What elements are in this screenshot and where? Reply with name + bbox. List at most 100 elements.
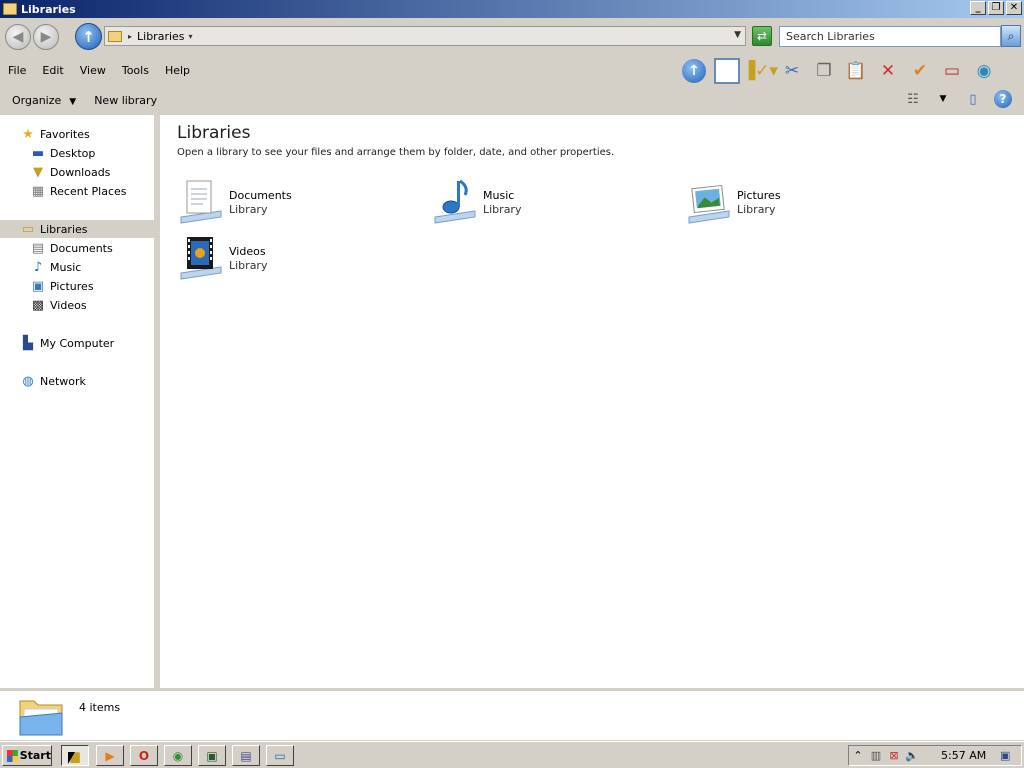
library-name: Pictures bbox=[737, 189, 781, 202]
nav-recent-places[interactable]: ▦ Recent Places bbox=[30, 182, 127, 200]
copy-icon[interactable]: ❐ bbox=[812, 59, 836, 83]
nav-documents[interactable]: ▤ Documents bbox=[30, 239, 113, 257]
nav-network[interactable]: ◍ Network bbox=[20, 372, 86, 390]
nav-pictures[interactable]: ▣ Pictures bbox=[30, 277, 94, 295]
taskbar-chrome[interactable]: ◉ bbox=[164, 745, 192, 766]
restore-button[interactable]: ❐ bbox=[988, 1, 1004, 15]
back-button[interactable]: ◀ bbox=[5, 24, 31, 50]
delete-icon[interactable]: ✕ bbox=[876, 59, 900, 83]
globe-icon[interactable]: ◉ bbox=[972, 59, 996, 83]
search-input[interactable]: Search Libraries bbox=[779, 26, 1001, 47]
details-pane: 4 items bbox=[0, 688, 1024, 740]
menu-tools[interactable]: Tools bbox=[114, 64, 157, 77]
toolbar: ↑ ▐✓▾ ✂ ❐ 📋 ✕ ✔ ▭ ◉ bbox=[682, 56, 996, 86]
page-title: Libraries bbox=[177, 123, 251, 143]
media-player-icon: ▶ bbox=[105, 748, 115, 763]
start-label: Start bbox=[19, 749, 51, 762]
library-music[interactable]: Music Library bbox=[431, 177, 671, 227]
breadcrumb-libraries[interactable]: Libraries bbox=[137, 30, 185, 43]
breadcrumb-separator-icon[interactable]: ▸ bbox=[128, 32, 132, 41]
computer-icon: ▙ bbox=[23, 335, 33, 351]
nav-label: Music bbox=[50, 260, 82, 274]
address-row: ◀ ▶ ↑ ▸ Libraries ▾ ▼ ⇄ Search Libraries… bbox=[0, 18, 1024, 56]
paste-icon[interactable]: 📋 bbox=[844, 59, 868, 83]
clock[interactable]: 5:57 AM bbox=[941, 749, 986, 762]
network-icon: ◍ bbox=[22, 373, 34, 389]
star-icon: ★ bbox=[22, 126, 34, 142]
library-name: Music bbox=[483, 189, 515, 202]
library-name: Documents bbox=[229, 189, 292, 202]
nav-label: Libraries bbox=[40, 222, 88, 236]
music-note-icon: ♪ bbox=[33, 259, 43, 275]
cut-icon[interactable]: ✂ bbox=[780, 59, 804, 83]
nav-videos[interactable]: ▩ Videos bbox=[30, 296, 87, 314]
search-icon[interactable]: ⌕ bbox=[1001, 25, 1021, 47]
up-button[interactable]: ↑ bbox=[75, 23, 102, 50]
nav-label: Desktop bbox=[50, 146, 96, 160]
music-library-icon bbox=[431, 177, 479, 225]
refresh-button[interactable]: ⇄ bbox=[752, 26, 772, 46]
item-count: 4 items bbox=[79, 701, 121, 714]
taskbar-opera[interactable]: O bbox=[130, 745, 158, 766]
minimize-button[interactable]: _ bbox=[970, 1, 986, 15]
forward-button[interactable]: ▶ bbox=[33, 24, 59, 50]
title-bar: Libraries _ ❐ ✕ bbox=[0, 0, 1024, 18]
libraries-folder-icon bbox=[18, 695, 64, 737]
taskbar-remote-desktop[interactable]: ▭ bbox=[266, 745, 294, 766]
new-library-button[interactable]: New library bbox=[76, 94, 157, 107]
desktop-icon: ▬ bbox=[31, 145, 45, 161]
nav-favorites[interactable]: ★ Favorites bbox=[20, 125, 90, 143]
nav-downloads[interactable]: ▼ Downloads bbox=[30, 163, 110, 181]
organize-button[interactable]: Organize ▼ bbox=[0, 94, 76, 107]
taskbar-explorer[interactable]: ▆ bbox=[61, 745, 89, 766]
menu-file[interactable]: File bbox=[0, 64, 34, 77]
library-type: Library bbox=[229, 259, 268, 272]
help-icon[interactable]: ? bbox=[994, 90, 1012, 108]
libraries-folder-icon bbox=[108, 30, 122, 42]
up-icon[interactable]: ↑ bbox=[682, 59, 706, 83]
content-pane: Libraries Open a library to see your fil… bbox=[160, 115, 1024, 688]
nav-label: My Computer bbox=[40, 336, 115, 350]
taskbar-archive[interactable]: ▤ bbox=[232, 745, 260, 766]
rename-icon[interactable]: ▭ bbox=[940, 59, 964, 83]
taskbar-media-player[interactable]: ▶ bbox=[96, 745, 124, 766]
nav-libraries[interactable]: ▭ Libraries bbox=[20, 220, 88, 238]
select-folder-icon[interactable]: ▐✓▾ bbox=[742, 59, 778, 83]
library-documents[interactable]: Documents Library bbox=[177, 177, 417, 227]
windows-logo-icon bbox=[7, 749, 18, 762]
library-pictures[interactable]: Pictures Library bbox=[685, 177, 925, 227]
change-view-icon[interactable]: ☷ bbox=[904, 90, 922, 108]
taskbar-terminal[interactable]: ▣ bbox=[198, 745, 226, 766]
nav-label: Network bbox=[40, 374, 86, 388]
chevron-down-icon[interactable]: ▾ bbox=[189, 32, 193, 41]
nav-music[interactable]: ♪ Music bbox=[30, 258, 81, 276]
menu-view[interactable]: View bbox=[72, 64, 114, 77]
network-disconnected-icon[interactable]: ⊠ bbox=[885, 749, 903, 762]
nav-my-computer[interactable]: ▙ My Computer bbox=[20, 334, 114, 352]
documents-library-icon bbox=[177, 177, 225, 225]
terminal-icon: ▣ bbox=[206, 748, 218, 763]
show-desktop-icon[interactable]: ▣ bbox=[996, 749, 1014, 762]
view-options-dropdown-icon[interactable]: ▼ bbox=[934, 90, 952, 108]
menu-help[interactable]: Help bbox=[157, 64, 198, 77]
pictures-icon: ▣ bbox=[31, 278, 45, 294]
close-button[interactable]: ✕ bbox=[1006, 1, 1022, 15]
menu-edit[interactable]: Edit bbox=[34, 64, 71, 77]
nav-desktop[interactable]: ▬ Desktop bbox=[30, 144, 96, 162]
address-bar[interactable]: ▸ Libraries ▾ ▼ bbox=[104, 26, 746, 46]
command-bar: Organize ▼ New library ☷ ▼ ▯ ? bbox=[0, 86, 1024, 114]
preview-pane-toggle-icon[interactable]: ▯ bbox=[964, 90, 982, 108]
address-history-dropdown-icon[interactable]: ▼ bbox=[734, 30, 741, 40]
network-status-icon[interactable]: ▥ bbox=[867, 749, 885, 762]
start-button[interactable]: Start bbox=[2, 745, 52, 766]
system-tray: ⌃ ▥ ⊠ 🔈 5:57 AM ▣ bbox=[848, 745, 1022, 766]
recent-places-icon: ▦ bbox=[31, 183, 45, 199]
mouse-cursor-icon bbox=[68, 752, 75, 764]
show-hidden-icons-icon[interactable]: ⌃ bbox=[849, 749, 867, 762]
checkmark-icon[interactable]: ✔ bbox=[908, 59, 932, 83]
window-title: Libraries bbox=[21, 2, 76, 16]
preview-pane-icon[interactable] bbox=[714, 58, 740, 84]
library-videos[interactable]: Videos Library bbox=[177, 233, 417, 283]
volume-icon[interactable]: 🔈 bbox=[903, 749, 921, 762]
videos-library-icon bbox=[177, 233, 225, 281]
